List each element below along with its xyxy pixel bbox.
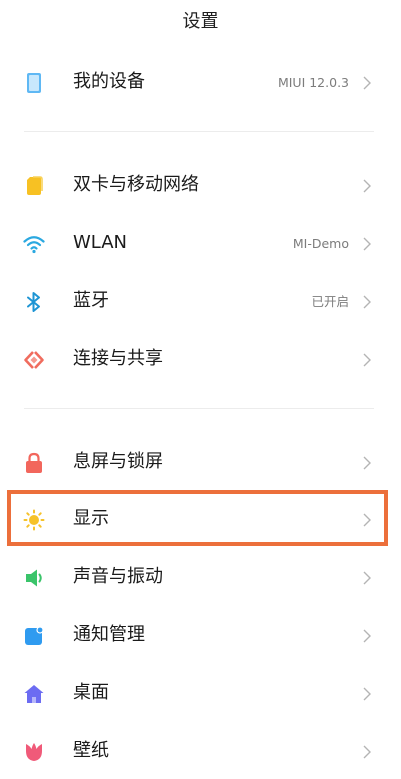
settings-item-connection-sharing[interactable]: 连接与共享 xyxy=(0,334,401,384)
settings-item-wlan[interactable]: WLAN MI-Demo xyxy=(0,218,401,268)
settings-item-label: 我的设备 xyxy=(73,71,145,92)
chevron-right-icon xyxy=(363,295,371,309)
chevron-right-icon xyxy=(363,513,371,527)
settings-item-dual-sim[interactable]: 双卡与移动网络 xyxy=(0,160,401,210)
settings-item-home-screen[interactable]: 桌面 xyxy=(0,668,401,718)
settings-item-bluetooth[interactable]: 蓝牙 已开启 xyxy=(0,276,401,326)
settings-item-notifications[interactable]: 通知管理 xyxy=(0,610,401,660)
settings-item-sound-vibration[interactable]: 声音与振动 xyxy=(0,552,401,602)
flower-icon xyxy=(26,743,42,761)
settings-item-label: 壁纸 xyxy=(73,740,109,761)
chevron-right-icon xyxy=(363,745,371,759)
settings-item-display[interactable]: 显示 xyxy=(0,494,401,544)
settings-item-label: 息屏与锁屏 xyxy=(73,451,163,472)
sun-icon xyxy=(23,509,45,531)
settings-item-label: 连接与共享 xyxy=(73,348,163,369)
notification-icon xyxy=(25,626,44,645)
section-divider xyxy=(24,131,374,132)
settings-screen: 设置 我的设备 MIUI 12.0.3 双卡与移动网络 WLAN MI-Demo… xyxy=(0,0,401,779)
settings-item-label: 双卡与移动网络 xyxy=(73,174,199,195)
chevron-right-icon xyxy=(363,456,371,470)
settings-item-label: WLAN xyxy=(73,232,128,253)
settings-item-label: 显示 xyxy=(73,508,109,529)
bluetooth-icon xyxy=(27,292,40,312)
settings-item-label: 声音与振动 xyxy=(73,566,163,587)
settings-item-value: MIUI 12.0.3 xyxy=(277,75,349,90)
chevron-right-icon xyxy=(363,76,371,90)
chevron-right-icon xyxy=(363,353,371,367)
connection-share-icon xyxy=(24,351,44,369)
chevron-right-icon xyxy=(363,237,371,251)
home-icon xyxy=(24,685,44,703)
lock-icon xyxy=(26,452,42,473)
phone-icon xyxy=(27,73,41,93)
settings-item-label: 蓝牙 xyxy=(73,290,109,311)
chevron-right-icon xyxy=(363,179,371,193)
page-title: 设置 xyxy=(182,11,219,32)
chevron-right-icon xyxy=(363,571,371,585)
chevron-right-icon xyxy=(363,629,371,643)
settings-item-label: 通知管理 xyxy=(73,624,145,645)
settings-item-label: 桌面 xyxy=(73,682,109,703)
speaker-icon xyxy=(26,569,42,587)
settings-item-value: MI-Demo xyxy=(292,236,349,251)
settings-item-my-device[interactable]: 我的设备 MIUI 12.0.3 xyxy=(0,57,401,107)
settings-item-wallpaper[interactable]: 壁纸 xyxy=(0,726,401,776)
section-divider xyxy=(24,408,374,409)
wifi-icon xyxy=(23,236,45,254)
sim-card-icon xyxy=(27,176,43,195)
chevron-right-icon xyxy=(363,687,371,701)
settings-item-value: 已开启 xyxy=(311,294,349,309)
settings-item-lock-screen[interactable]: 息屏与锁屏 xyxy=(0,437,401,487)
